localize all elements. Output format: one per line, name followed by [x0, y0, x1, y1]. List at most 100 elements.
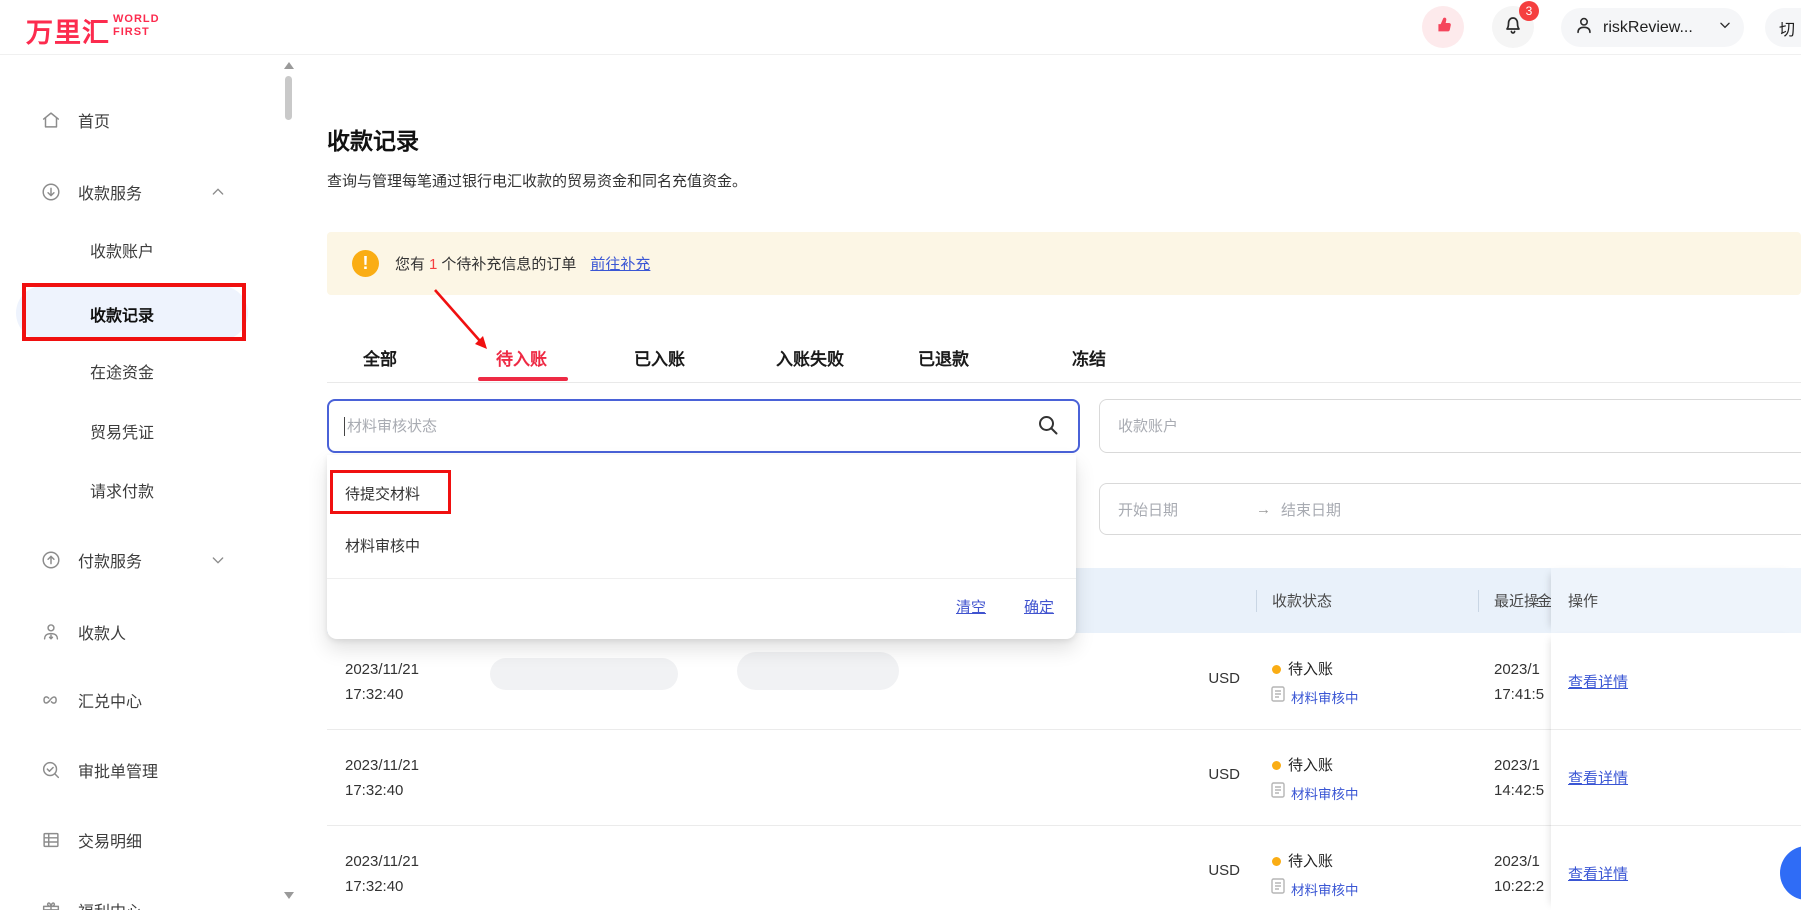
material-review-status-input[interactable]: [327, 399, 1080, 453]
sidebar-item-label: 收款账户: [90, 238, 154, 262]
sidebar-item-transaction-details[interactable]: 交易明细: [0, 823, 260, 857]
clear-button[interactable]: 清空: [956, 596, 986, 617]
sidebar-item-label: 付款服务: [78, 548, 142, 572]
logo-en-line1: WORLD: [113, 13, 160, 26]
transaction-date-cell: 2023/11/21 17:32:40: [345, 849, 419, 899]
sidebar-item-payees[interactable]: 收款人: [0, 615, 260, 649]
view-details-link[interactable]: 查看详情: [1568, 671, 1628, 692]
sidebar-item-receive-accounts[interactable]: 收款账户: [0, 233, 260, 267]
column-divider: [1478, 590, 1479, 612]
pay-circle-up-icon: [40, 549, 62, 571]
sub-status-label: 材料审核中: [1291, 687, 1359, 707]
banner-text: 您有1个待补充信息的订单前往补充: [395, 253, 650, 274]
date-range-input[interactable]: 开始日期 → 结束日期: [1099, 483, 1801, 535]
logo-en-line2: FIRST: [113, 26, 160, 39]
page-subtitle: 查询与管理每笔通过银行电汇收款的贸易资金和同名充值资金。: [327, 170, 747, 191]
sidebar-item-payment-services[interactable]: 付款服务: [0, 543, 260, 577]
switch-account-label: 切: [1779, 16, 1795, 40]
recent-action-date: 2023/1: [1494, 753, 1544, 778]
transaction-date: 2023/11/21: [345, 753, 419, 778]
status-label: 待入账: [1288, 754, 1333, 775]
page-title: 收款记录: [327, 122, 419, 156]
dropdown-divider: [327, 578, 1076, 579]
sidebar-item-approval-management[interactable]: 审批单管理: [0, 753, 260, 787]
recent-action-time-cell: 2023/1 17:41:5: [1494, 657, 1544, 707]
document-icon: [1271, 782, 1285, 798]
banner-prefix: 您有: [395, 256, 425, 273]
dropdown-option-materials-under-review[interactable]: 材料审核中: [345, 535, 420, 556]
sidebar-item-label: 交易明细: [78, 828, 142, 852]
sidebar-item-label: 福利中心: [78, 898, 142, 910]
recent-action-time: 14:42:5: [1494, 778, 1544, 803]
sidebar-item-fx-center[interactable]: 汇兑中心: [0, 683, 260, 717]
sidebar-scrollbar-thumb[interactable]: [285, 76, 292, 120]
pinned-column-header: 操作: [1551, 568, 1801, 633]
currency-cell: USD: [1150, 766, 1240, 783]
banner-link[interactable]: 前往补充: [590, 256, 650, 273]
status-dot-icon: [1272, 761, 1281, 770]
sidebar-item-funds-in-transit[interactable]: 在途资金: [0, 354, 260, 388]
sidebar-item-label: 在途资金: [90, 359, 154, 383]
status-label: 待入账: [1288, 850, 1333, 871]
end-date-placeholder: 结束日期: [1281, 499, 1341, 520]
banner-count: 1: [425, 256, 441, 273]
sidebar-item-home[interactable]: 首页: [0, 103, 260, 137]
recent-action-time: 17:41:5: [1494, 682, 1544, 707]
recent-action-time-cell: 2023/1 10:22:2: [1494, 849, 1544, 899]
recent-action-date: 2023/1: [1494, 849, 1544, 874]
column-header-status: 收款状态: [1272, 590, 1332, 611]
sidebar-item-label: 收款服务: [78, 180, 142, 204]
sidebar-scroll-down-arrow[interactable]: [284, 892, 294, 899]
user-name: riskReview...: [1603, 19, 1693, 37]
recent-action-time-cell: 2023/1 14:42:5: [1494, 753, 1544, 803]
gift-icon: [40, 899, 62, 910]
sidebar-item-trade-documents[interactable]: 贸易凭证: [0, 414, 260, 448]
sidebar-scroll-up-arrow[interactable]: [284, 62, 294, 69]
redacted-field: [737, 652, 899, 690]
switch-account-button[interactable]: 切: [1765, 8, 1801, 47]
tab-credit-failed[interactable]: 入账失败: [776, 345, 844, 370]
sidebar-item-receive-services[interactable]: 收款服务: [0, 175, 260, 209]
chevron-up-icon: [210, 184, 226, 200]
search-icon: [1036, 413, 1060, 437]
chevron-down-icon: [210, 552, 226, 568]
currency-cell: USD: [1150, 670, 1240, 687]
thumbs-up-icon: [1432, 14, 1454, 41]
receive-circle-down-icon: [40, 181, 62, 203]
start-date-placeholder: 开始日期: [1118, 499, 1178, 520]
user-menu[interactable]: riskReview...: [1561, 8, 1744, 47]
receive-account-input[interactable]: [1099, 399, 1801, 453]
view-details-link[interactable]: 查看详情: [1568, 767, 1628, 788]
sidebar-item-label: 收款人: [78, 620, 126, 644]
row-divider: [1551, 729, 1801, 730]
sidebar-item-label: 审批单管理: [78, 758, 158, 782]
tab-pending-credit[interactable]: 待入账: [496, 345, 547, 370]
warning-icon: !: [352, 250, 379, 277]
tab-refunded[interactable]: 已退款: [918, 345, 969, 370]
worldfirst-app: 万里汇 WORLD FIRST 3: [0, 0, 1801, 910]
sub-status-label: 材料审核中: [1291, 783, 1359, 803]
exchange-infinity-icon: [40, 689, 62, 711]
transaction-date-cell: 2023/11/21 17:32:40: [345, 657, 419, 707]
view-details-link[interactable]: 查看详情: [1568, 863, 1628, 884]
feedback-button[interactable]: [1422, 6, 1464, 48]
tab-frozen[interactable]: 冻结: [1072, 345, 1106, 370]
sidebar-item-receive-records[interactable]: 收款记录: [0, 295, 260, 329]
sidebar-item-request-payment[interactable]: 请求付款: [0, 473, 260, 507]
column-header-action: 操作: [1568, 590, 1598, 611]
confirm-button[interactable]: 确定: [1024, 596, 1054, 617]
user-icon: [1573, 14, 1595, 41]
tab-all[interactable]: 全部: [363, 345, 397, 370]
sidebar-item-label: 请求付款: [90, 478, 154, 502]
document-icon: [1271, 878, 1285, 894]
dropdown-option-pending-materials[interactable]: 待提交材料: [345, 483, 420, 504]
sidebar-item-benefits-center[interactable]: 福利中心: [0, 893, 260, 910]
sidebar-item-label: 汇兑中心: [78, 688, 142, 712]
recent-action-time: 10:22:2: [1494, 874, 1544, 899]
home-icon: [40, 109, 62, 131]
notification-badge: 3: [1519, 1, 1539, 21]
sidebar-item-label: 贸易凭证: [90, 419, 154, 443]
tab-credited[interactable]: 已入账: [634, 345, 685, 370]
status-label: 待入账: [1288, 658, 1333, 679]
active-tab-underline: [478, 377, 568, 381]
